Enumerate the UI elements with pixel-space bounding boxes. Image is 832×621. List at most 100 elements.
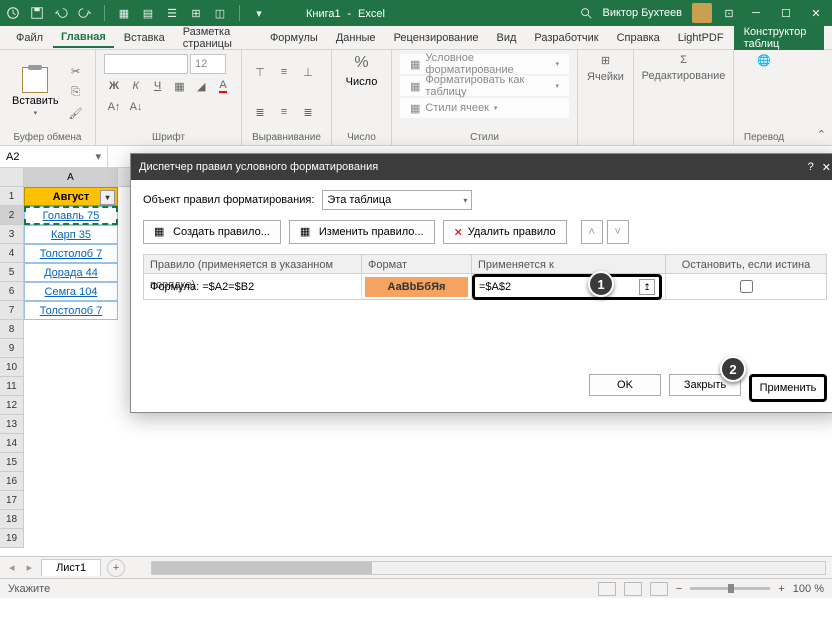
user-name[interactable]: Виктор Бухтеев (603, 7, 682, 19)
ribbon-opts-icon[interactable]: ⊡ (722, 6, 736, 20)
row-header[interactable]: 3 (0, 225, 24, 244)
zoom-in-button[interactable]: + (778, 583, 784, 595)
translate-icon[interactable]: 🌐 (757, 54, 771, 67)
menu-view[interactable]: Вид (489, 29, 525, 47)
menu-developer[interactable]: Разработчик (526, 29, 606, 47)
row-header[interactable]: 5 (0, 263, 24, 282)
row-header[interactable]: 4 (0, 244, 24, 263)
close-icon[interactable]: ✕ (822, 161, 831, 174)
menu-review[interactable]: Рецензирование (386, 29, 487, 47)
row-header[interactable]: 15 (0, 453, 24, 472)
select-all-corner[interactable] (0, 168, 24, 187)
stop-if-true-checkbox[interactable] (740, 280, 753, 293)
search-icon[interactable] (579, 6, 593, 20)
save-icon[interactable] (30, 6, 44, 20)
align-left-button[interactable]: ≣ (250, 103, 270, 121)
avatar[interactable] (692, 3, 712, 23)
copy-icon[interactable]: ⎘ (67, 83, 85, 101)
font-name-combo[interactable] (104, 54, 188, 74)
qat-icon[interactable]: ☰ (165, 6, 179, 20)
cells-button[interactable]: Ячейки (587, 71, 624, 83)
zoom-level[interactable]: 100 % (793, 583, 824, 595)
cell[interactable]: Август (24, 187, 118, 206)
applies-to-input[interactable] (479, 281, 639, 293)
align-mid-button[interactable]: ≡ (274, 63, 294, 81)
row-header[interactable]: 18 (0, 510, 24, 529)
format-painter-icon[interactable]: 🖌 (67, 104, 85, 122)
editing-icon[interactable]: Σ (680, 54, 687, 66)
fill-color-button[interactable]: ◢ (191, 77, 211, 95)
row-header[interactable]: 7 (0, 301, 24, 320)
page-break-button[interactable] (650, 582, 668, 596)
row-header[interactable]: 16 (0, 472, 24, 491)
rule-row[interactable]: Формула: =$A2=$B2 АаВbБбЯя ↥ (143, 274, 827, 300)
apply-button[interactable]: Применить (749, 374, 827, 402)
cell[interactable]: Карп 35 (24, 225, 118, 244)
qat-icon[interactable]: ⊞ (189, 6, 203, 20)
cell[interactable]: Толстолоб 7 (24, 244, 118, 263)
align-top-button[interactable]: ⊤ (250, 63, 270, 81)
qat-icon[interactable]: ▦ (117, 6, 131, 20)
qat-icon[interactable]: ◫ (213, 6, 227, 20)
cell[interactable]: Дорада 44 (24, 263, 118, 282)
move-up-button[interactable]: ˄ (581, 220, 603, 244)
delete-rule-button[interactable]: ✕Удалить правило (443, 220, 567, 244)
ok-button[interactable]: OK (589, 374, 661, 396)
qat-dropdown-icon[interactable]: ▾ (252, 6, 266, 20)
row-header[interactable]: 1 (0, 187, 24, 206)
align-center-button[interactable]: ≡ (274, 103, 294, 121)
row-header[interactable]: 12 (0, 396, 24, 415)
autosave-icon[interactable] (6, 6, 20, 20)
row-header[interactable]: 9 (0, 339, 24, 358)
shrink-font-button[interactable]: А↓ (126, 98, 146, 116)
bold-button[interactable]: Ж (104, 77, 124, 95)
undo-icon[interactable] (54, 6, 68, 20)
menu-layout[interactable]: Разметка страницы (175, 23, 260, 53)
grow-font-button[interactable]: А↑ (104, 98, 124, 116)
menu-table-design[interactable]: Конструктор таблиц (734, 23, 824, 53)
menu-help[interactable]: Справка (609, 29, 668, 47)
sheet-tab[interactable]: Лист1 (41, 559, 101, 576)
cut-icon[interactable]: ✂ (67, 62, 85, 80)
tab-nav-prev[interactable]: ◂ (6, 561, 18, 574)
font-color-button[interactable]: А (213, 77, 233, 95)
cell[interactable]: Голавль 75 (24, 206, 118, 225)
font-size-combo[interactable]: 12 (190, 54, 226, 74)
row-header[interactable]: 2 (0, 206, 24, 225)
number-format-icon[interactable]: % (354, 54, 368, 72)
row-header[interactable]: 19 (0, 529, 24, 548)
row-header[interactable]: 8 (0, 320, 24, 339)
col-header-a[interactable]: A (24, 168, 118, 187)
normal-view-button[interactable] (598, 582, 616, 596)
help-icon[interactable]: ? (808, 161, 814, 174)
qat-icon[interactable]: ▤ (141, 6, 155, 20)
menu-data[interactable]: Данные (328, 29, 384, 47)
row-header[interactable]: 6 (0, 282, 24, 301)
menu-home[interactable]: Главная (53, 28, 114, 48)
format-table-button[interactable]: ▦ Форматировать как таблицу ▾ (400, 76, 569, 96)
maximize-button[interactable]: ☐ (776, 3, 796, 23)
edit-rule-button[interactable]: ▦Изменить правило... (289, 220, 435, 244)
add-sheet-button[interactable]: + (107, 559, 125, 577)
row-header[interactable]: 13 (0, 415, 24, 434)
align-right-button[interactable]: ≣ (298, 103, 318, 121)
tab-nav-next[interactable]: ▸ (24, 561, 36, 574)
cell[interactable]: Толстолоб 7 (24, 301, 118, 320)
range-picker-icon[interactable]: ↥ (639, 279, 655, 295)
underline-button[interactable]: Ч (148, 77, 168, 95)
collapse-ribbon-icon[interactable]: ⌃ (817, 128, 826, 141)
editing-button[interactable]: Редактирование (642, 70, 726, 82)
cell-styles-button[interactable]: ▦ Стили ячеек ▾ (400, 98, 569, 118)
horizontal-scrollbar[interactable] (151, 561, 826, 575)
menu-lightpdf[interactable]: LightPDF (670, 29, 732, 47)
number-button[interactable]: Число (346, 76, 378, 88)
row-header[interactable]: 17 (0, 491, 24, 510)
new-rule-button[interactable]: ▦Создать правило... (143, 220, 281, 244)
menu-formulas[interactable]: Формулы (262, 29, 326, 47)
dialog-titlebar[interactable]: Диспетчер правил условного форматировани… (131, 154, 832, 180)
move-down-button[interactable]: ˅ (607, 220, 629, 244)
close-button[interactable]: ✕ (806, 3, 826, 23)
cell[interactable]: Семга 104 (24, 282, 118, 301)
zoom-slider[interactable] (690, 587, 770, 590)
page-layout-button[interactable] (624, 582, 642, 596)
